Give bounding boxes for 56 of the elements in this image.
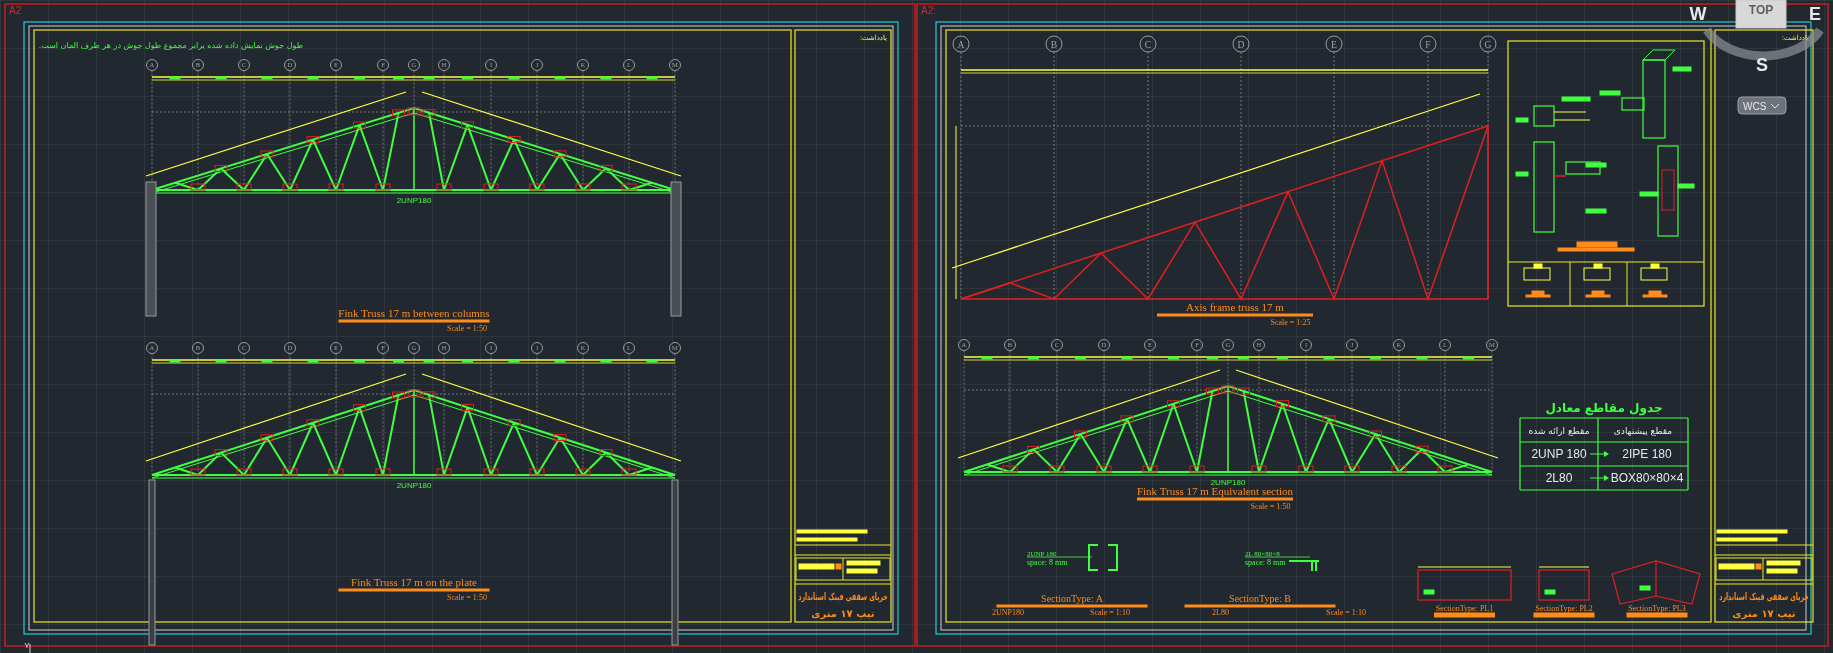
plate-caption: SectionType: PL1 <box>1435 604 1494 613</box>
section-detail-drawing <box>1583 263 1611 298</box>
scale-label: Scale = 1:10 <box>1089 608 1130 617</box>
section-caption: SectionType: A <box>1041 593 1103 604</box>
note-text: طول جوش نمایش داده شده برابر مجموع طول جوش در هر طرف المان است. <box>38 41 303 50</box>
compass-label: W <box>1689 4 1707 24</box>
scale-label: Scale = 1:25 <box>1270 318 1311 327</box>
caption-underline <box>1626 612 1688 618</box>
member-label: 2UNP180 <box>396 481 432 490</box>
caption-underline <box>1533 612 1595 618</box>
drawing-subtitle: تیپ ۱۷ متری <box>811 608 875 619</box>
plate-drawing <box>1538 566 1590 601</box>
sheet-label: A2: <box>921 5 936 16</box>
drawing-caption: Axis frame truss 17 m <box>1186 301 1284 313</box>
drawing-title: خرپای سقفی فینک استاندارد <box>798 590 888 603</box>
grid-bubble: A <box>952 35 970 53</box>
table-cell: 2IPE 180 <box>1622 447 1672 461</box>
table-cell: BOX80×80×4 <box>1610 471 1684 485</box>
column-header: مقطع ارائه شده <box>1528 426 1590 436</box>
compass-label: S <box>1756 55 1768 75</box>
scale-label: Scale = 1:50 <box>446 593 487 602</box>
grid-bubble: B <box>1045 35 1063 53</box>
drawing-subtitle: تیپ ۱۷ متری <box>1732 608 1796 619</box>
ucs-menu-button[interactable]: WCS <box>1737 96 1787 115</box>
grid-bubble: C <box>1139 35 1157 53</box>
spacing-label: space: 8 mm <box>1027 558 1068 567</box>
spacing-label: space: 8 mm <box>1245 558 1286 567</box>
grid-bubble: G <box>1479 35 1497 53</box>
table-cell: 2L80 <box>1545 471 1573 485</box>
profile-label: 2L80 <box>1212 608 1229 617</box>
section-caption: SectionType: B <box>1229 593 1291 604</box>
viewcube-top[interactable]: TOP <box>1735 0 1787 29</box>
scale-label: Scale = 1:50 <box>1250 502 1291 511</box>
drawing-caption: Fink Truss 17 m between columns <box>338 307 490 319</box>
scale-label: Scale = 1:50 <box>446 324 487 333</box>
column-header: مقطع پیشنهادی <box>1613 426 1673 436</box>
member-label: 2UNP180 <box>1210 478 1246 487</box>
sheet-label: A2 <box>9 5 22 16</box>
member-label: 2UNP180 <box>396 196 432 205</box>
plate-caption: SectionType: PL3 <box>1628 604 1686 613</box>
section-detail-drawing <box>1640 263 1668 298</box>
profile-label: 2UNP180 <box>992 608 1024 617</box>
table-cell: 2UNP 180 <box>1531 447 1587 461</box>
scale-label: Scale = 1:10 <box>1325 608 1366 617</box>
table-title: جدول مقاطع معادل <box>1545 401 1663 415</box>
profile-section-drawing <box>1288 560 1320 572</box>
section-detail-drawing <box>1523 263 1551 298</box>
plate-caption: SectionType: PL2 <box>1535 604 1593 613</box>
drawing-title: خرپای سقفی فینک استاندارد <box>1719 590 1809 603</box>
drawing-caption: Fink Truss 17 m on the plate <box>351 576 477 588</box>
grid-bubble: E <box>1325 35 1343 53</box>
compass-label: E <box>1809 4 1821 24</box>
grid-bubble: D <box>1232 35 1250 53</box>
caption-underline <box>1434 612 1495 618</box>
grid-bubble: F <box>1419 35 1437 53</box>
drawing-caption: Fink Truss 17 m Equivalent section <box>1136 485 1294 497</box>
